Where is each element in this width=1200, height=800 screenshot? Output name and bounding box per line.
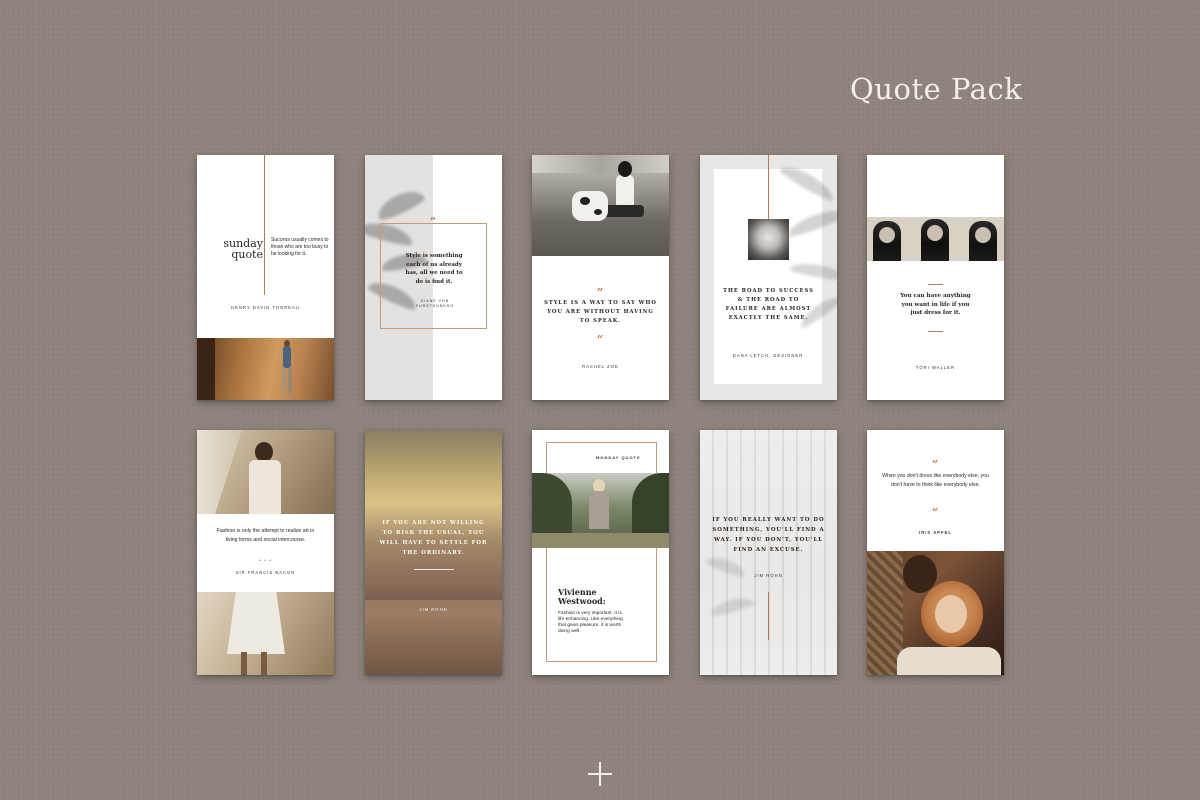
woman-with-dog-photo: [532, 155, 669, 256]
page-title: Quote Pack: [850, 72, 1023, 106]
quote-text: When you don't dress like everybody else…: [882, 473, 989, 488]
decorative-dots: • • •: [258, 558, 273, 564]
card-label: MONDAY QUOTE: [596, 455, 641, 460]
vertical-divider: [768, 592, 769, 640]
quote-card-monday[interactable]: MONDAY QUOTE Vivienne Westwood: Fashion …: [532, 430, 669, 675]
quote-text: IF YOU ARE NOT WILLING TO RISK THE USUAL…: [379, 520, 488, 556]
quote-mark-icon: ”: [596, 286, 604, 299]
woman-standing-photo-bottom: [197, 592, 334, 675]
quote-card-road-success[interactable]: THE ROAD TO SUCCESS & THE ROAD TO FAILUR…: [700, 155, 837, 400]
quote-card-style-something[interactable]: ” Style is something each of us already …: [365, 155, 502, 400]
quote-author: IRIS APFEL: [919, 530, 952, 535]
quote-author: DIANE VON FURSTENBERG: [415, 299, 455, 308]
quote-card-style-way[interactable]: ” STYLE IS A WAY TO SAY WHO YOU ARE WITH…: [532, 155, 669, 400]
quote-card-risk-usual[interactable]: IF YOU ARE NOT WILLING TO RISK THE USUAL…: [365, 430, 502, 675]
card-heading: Vivienne Westwood:: [558, 587, 606, 606]
woman-standing-photo-top: [197, 430, 334, 514]
accent-line: [414, 569, 454, 570]
quote-author: JIM ROHN: [754, 573, 783, 578]
quote-card-sunday[interactable]: sunday quote Success usually comes to th…: [197, 155, 334, 400]
quote-text: Success usually comes to those who are t…: [271, 237, 329, 257]
accent-line: [928, 284, 943, 285]
quote-author: DANA LETCH, DESIGNER: [732, 353, 804, 358]
quote-author: SIR FRANCIS BACON: [235, 570, 296, 575]
quote-text: IF YOU REALLY WANT TO DO SOMETHING, YOU'…: [712, 517, 825, 553]
quote-text: THE ROAD TO SUCCESS & THE ROAD TO FAILUR…: [723, 288, 814, 321]
vertical-divider: [768, 155, 769, 219]
three-portraits-strip: [867, 217, 1004, 261]
accent-line: [928, 331, 943, 332]
quote-author: TORI WALLER: [915, 365, 956, 370]
quote-author: RACHEL ZOE: [582, 364, 619, 369]
quote-text: Fashion is very important. It is life-en…: [558, 611, 623, 634]
portrait-photo: [748, 219, 789, 260]
woman-garden-photo: [532, 473, 669, 548]
quote-card-you-can-have[interactable]: You can have anything you want in life i…: [867, 155, 1004, 400]
mountain-haze: [365, 580, 502, 600]
quote-text: STYLE IS A WAY TO SAY WHO YOU ARE WITHOU…: [544, 300, 657, 324]
quote-mark-icon: ”: [429, 215, 437, 228]
vertical-divider: [264, 155, 265, 295]
quote-author: JIM ROHN: [419, 607, 448, 612]
card-heading: sunday quote: [223, 237, 263, 261]
quote-mark-icon: ”: [931, 458, 939, 471]
plus-icon[interactable]: [588, 762, 612, 786]
quote-mark-icon: “: [931, 506, 939, 519]
quote-text: Style is something each of us already ha…: [405, 253, 463, 285]
quote-card-really-want[interactable]: IF YOU REALLY WANT TO DO SOMETHING, YOU'…: [700, 430, 837, 675]
quote-card-dont-dress[interactable]: ” When you don't dress like everybody el…: [867, 430, 1004, 675]
couple-portrait-photo: [867, 551, 1004, 675]
quote-text: You can have anything you want in life i…: [900, 293, 971, 316]
quote-author: HENRY DAVID THOREAU: [231, 305, 300, 310]
man-leaning-wall-photo: [197, 338, 334, 400]
quote-text: Fashion is only the attempt to realize a…: [216, 528, 315, 543]
quote-card-fashion-attempt[interactable]: Fashion is only the attempt to realize a…: [197, 430, 334, 675]
quote-mark-icon: “: [596, 333, 604, 346]
